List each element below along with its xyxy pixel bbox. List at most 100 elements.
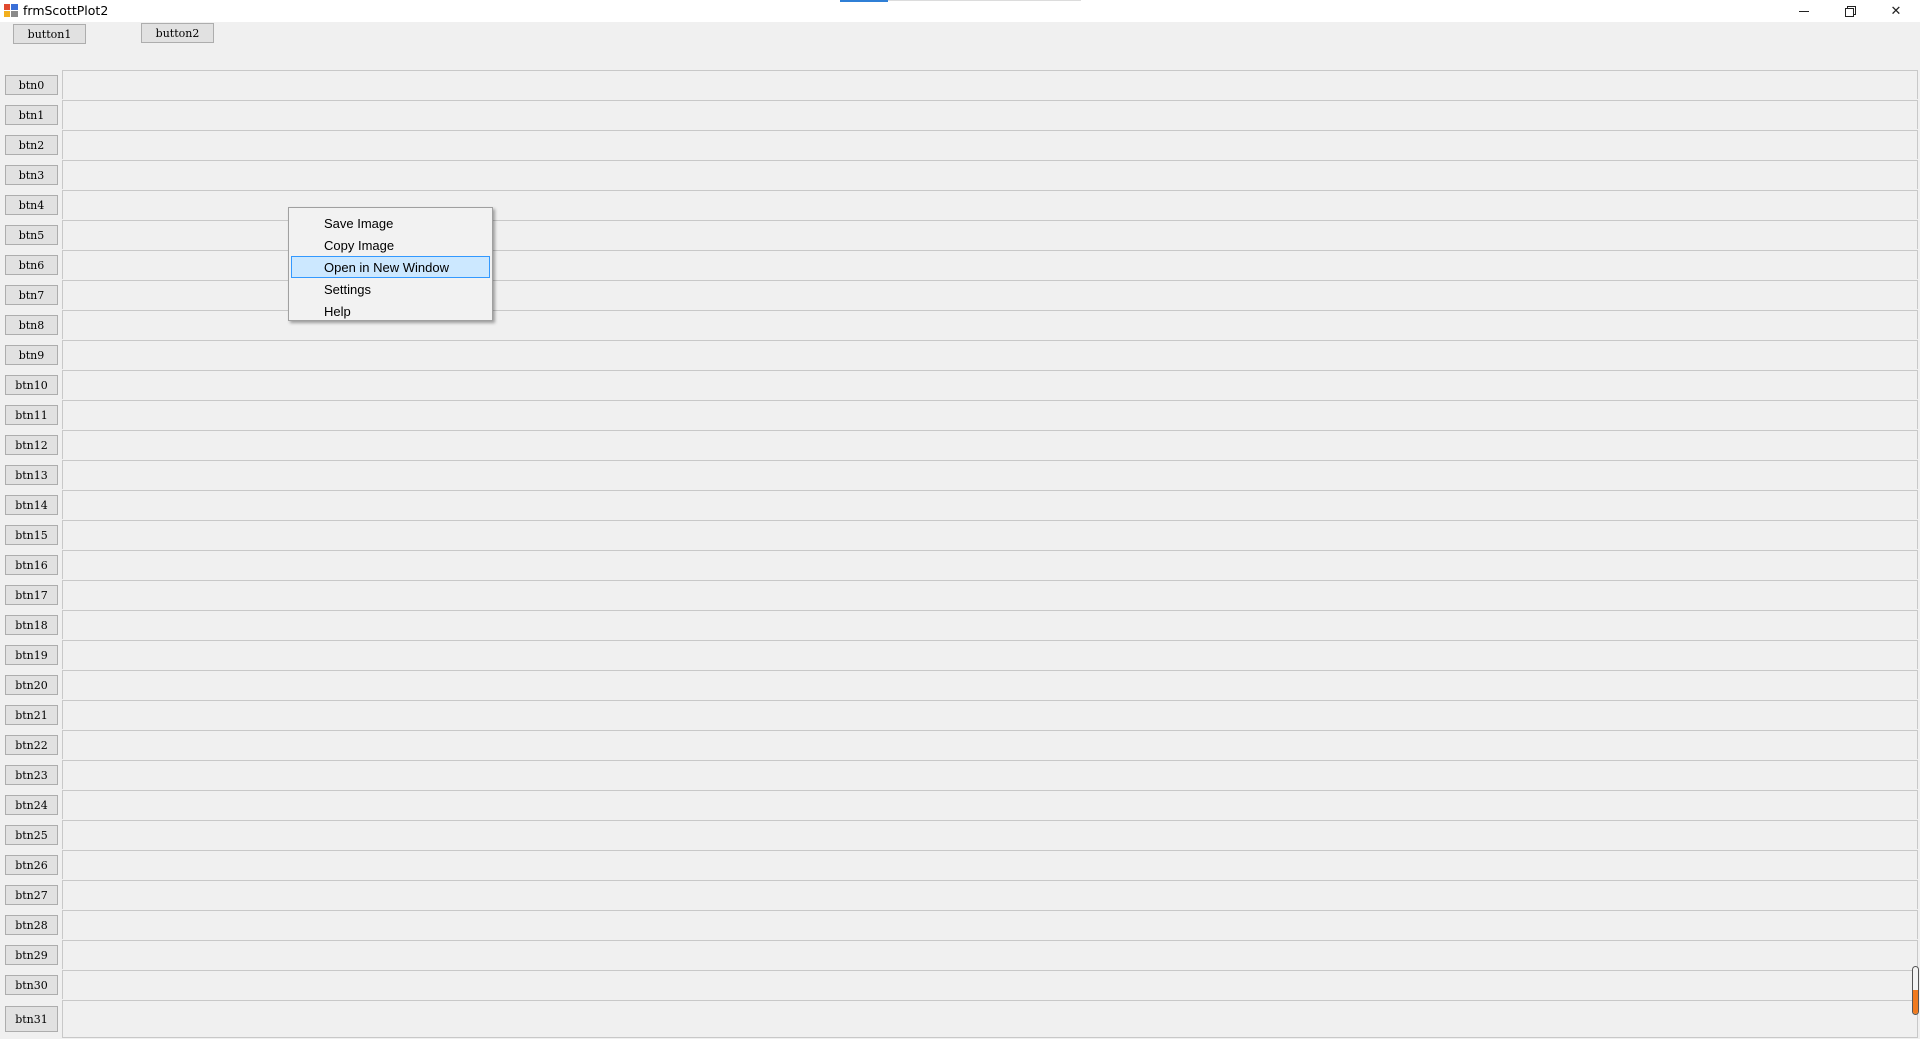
row-button[interactable]: btn6	[5, 255, 58, 275]
row-button[interactable]: btn29	[5, 945, 58, 965]
row-button[interactable]: btn4	[5, 195, 58, 215]
plot-row: btn16	[0, 550, 1920, 580]
plot-panel[interactable]	[62, 550, 1918, 579]
plot-panel[interactable]	[62, 610, 1918, 639]
plot-row: btn3	[0, 160, 1920, 190]
minimize-icon	[1799, 10, 1809, 12]
title-bar: frmScottPlot2 ✕	[0, 0, 1920, 22]
plot-row: btn24	[0, 790, 1920, 820]
plot-panel[interactable]	[62, 460, 1918, 489]
context-menu-item[interactable]: Copy Image	[291, 234, 490, 256]
plot-panel[interactable]	[62, 70, 1918, 99]
row-button[interactable]: btn28	[5, 915, 58, 935]
context-menu-item[interactable]: Settings	[291, 278, 490, 300]
row-button[interactable]: btn3	[5, 165, 58, 185]
plot-panel[interactable]	[62, 790, 1918, 819]
plot-panel[interactable]	[62, 820, 1918, 849]
row-button[interactable]: btn8	[5, 315, 58, 335]
plot-row: btn15	[0, 520, 1920, 550]
plot-row: btn30	[0, 970, 1920, 1000]
plot-panel[interactable]	[62, 880, 1918, 909]
plot-row: btn9	[0, 340, 1920, 370]
row-button[interactable]: btn26	[5, 855, 58, 875]
plot-panel[interactable]	[62, 400, 1918, 429]
plot-row: btn11	[0, 400, 1920, 430]
plot-panel[interactable]	[62, 1000, 1918, 1038]
plot-row: btn29	[0, 940, 1920, 970]
plot-row: btn10	[0, 370, 1920, 400]
title-accent-line-gray	[888, 0, 1081, 1]
plot-panel[interactable]	[62, 100, 1918, 129]
close-icon: ✕	[1890, 3, 1902, 19]
row-button[interactable]: btn11	[5, 405, 58, 425]
plot-row: btn27	[0, 880, 1920, 910]
scrollbar-thumb-accent	[1913, 990, 1918, 1014]
close-button[interactable]: ✕	[1873, 0, 1919, 22]
plot-row: btn13	[0, 460, 1920, 490]
row-button[interactable]: btn16	[5, 555, 58, 575]
row-button[interactable]: btn9	[5, 345, 58, 365]
plot-row: btn28	[0, 910, 1920, 940]
row-button[interactable]: btn17	[5, 585, 58, 605]
plot-panel[interactable]	[62, 640, 1918, 669]
plot-row: btn12	[0, 430, 1920, 460]
plot-row: btn1	[0, 100, 1920, 130]
row-button[interactable]: btn15	[5, 525, 58, 545]
plot-row: btn14	[0, 490, 1920, 520]
plot-row: btn26	[0, 850, 1920, 880]
row-button[interactable]: btn22	[5, 735, 58, 755]
plot-panel[interactable]	[62, 340, 1918, 369]
context-menu-item[interactable]: Open in New Window	[291, 256, 490, 278]
row-button[interactable]: btn0	[5, 75, 58, 95]
plot-panel[interactable]	[62, 130, 1918, 159]
plot-panel[interactable]	[62, 730, 1918, 759]
plot-row: btn17	[0, 580, 1920, 610]
plot-row: btn21	[0, 700, 1920, 730]
row-button[interactable]: btn12	[5, 435, 58, 455]
plot-row: btn25	[0, 820, 1920, 850]
button1[interactable]: button1	[13, 24, 86, 44]
window-title: frmScottPlot2	[23, 3, 109, 18]
restore-button[interactable]	[1827, 0, 1873, 22]
row-button[interactable]: btn25	[5, 825, 58, 845]
row-button[interactable]: btn23	[5, 765, 58, 785]
button2[interactable]: button2	[141, 23, 214, 43]
row-button[interactable]: btn30	[5, 975, 58, 995]
context-menu-item[interactable]: Save Image	[291, 212, 490, 234]
plot-panel[interactable]	[62, 850, 1918, 879]
row-button[interactable]: btn2	[5, 135, 58, 155]
row-button[interactable]: btn14	[5, 495, 58, 515]
plot-panel[interactable]	[62, 490, 1918, 519]
plot-row: btn22	[0, 730, 1920, 760]
plot-row: btn31	[0, 1000, 1920, 1038]
row-button[interactable]: btn5	[5, 225, 58, 245]
plot-panel[interactable]	[62, 160, 1918, 189]
plot-panel[interactable]	[62, 520, 1918, 549]
context-menu-item[interactable]: Help	[291, 300, 490, 322]
plot-panel[interactable]	[62, 940, 1918, 969]
row-button[interactable]: btn27	[5, 885, 58, 905]
title-accent-line	[840, 0, 888, 2]
row-button[interactable]: btn7	[5, 285, 58, 305]
plot-panel[interactable]	[62, 670, 1918, 699]
plot-panel[interactable]	[62, 370, 1918, 399]
row-button[interactable]: btn21	[5, 705, 58, 725]
plot-panel[interactable]	[62, 430, 1918, 459]
plot-panel[interactable]	[62, 580, 1918, 609]
plot-row: btn18	[0, 610, 1920, 640]
plot-panel[interactable]	[62, 760, 1918, 789]
row-button[interactable]: btn10	[5, 375, 58, 395]
row-button[interactable]: btn1	[5, 105, 58, 125]
plot-panel[interactable]	[62, 700, 1918, 729]
row-button[interactable]: btn31	[5, 1006, 58, 1032]
row-button[interactable]: btn18	[5, 615, 58, 635]
row-button[interactable]: btn13	[5, 465, 58, 485]
app-icon[interactable]	[4, 4, 18, 17]
minimize-button[interactable]	[1781, 0, 1827, 22]
row-button[interactable]: btn19	[5, 645, 58, 665]
plot-panel[interactable]	[62, 970, 1918, 999]
row-button[interactable]: btn24	[5, 795, 58, 815]
row-button[interactable]: btn20	[5, 675, 58, 695]
restore-icon	[1845, 6, 1856, 17]
plot-panel[interactable]	[62, 910, 1918, 939]
